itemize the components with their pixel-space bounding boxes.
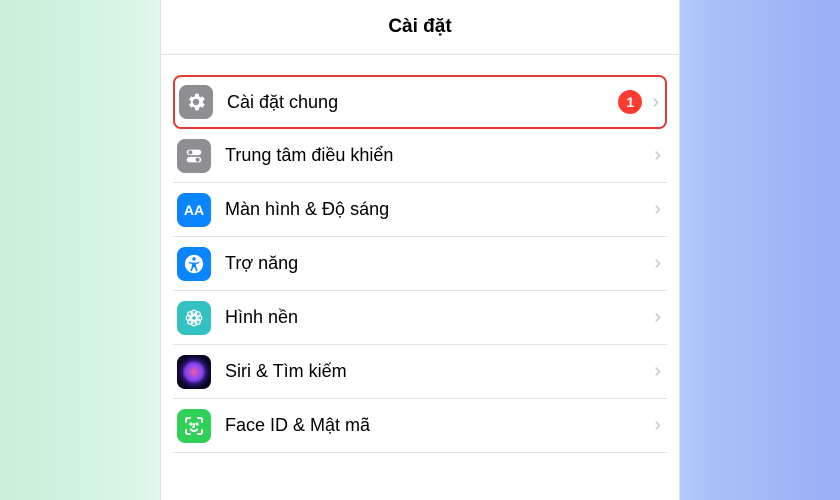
row-label: Hình nền [225,307,654,328]
row-accessibility[interactable]: Trợ năng › [173,237,667,291]
row-siri-search[interactable]: Siri & Tìm kiếm › [173,345,667,399]
row-label: Màn hình & Độ sáng [225,199,654,220]
row-label: Cài đặt chung [227,92,618,113]
chevron-right-icon: › [654,360,661,383]
row-wallpaper[interactable]: Hình nền › [173,291,667,345]
chevron-right-icon: › [654,198,661,221]
row-faceid-passcode[interactable]: Face ID & Mật mã › [173,399,667,453]
row-label: Trợ năng [225,253,654,274]
settings-screen: Cài đặt Cài đặt chung 1 › Trung tâm điều… [160,0,680,500]
accessibility-icon [177,247,211,281]
chevron-right-icon: › [654,306,661,329]
chevron-right-icon: › [654,144,661,167]
row-control-center[interactable]: Trung tâm điều khiển › [173,129,667,183]
notification-badge: 1 [618,90,642,114]
chevron-right-icon: › [654,414,661,437]
row-label: Siri & Tìm kiếm [225,361,654,382]
siri-icon [177,355,211,389]
settings-list: Cài đặt chung 1 › Trung tâm điều khiển ›… [161,55,679,453]
control-center-icon [177,139,211,173]
wallpaper-icon [177,301,211,335]
gear-icon [179,85,213,119]
display-icon-text: AA [184,202,204,218]
row-label: Trung tâm điều khiển [225,145,654,166]
header: Cài đặt [161,0,679,55]
faceid-icon [177,409,211,443]
row-general[interactable]: Cài đặt chung 1 › [173,75,667,129]
page-title: Cài đặt [388,16,451,38]
row-display-brightness[interactable]: AA Màn hình & Độ sáng › [173,183,667,237]
chevron-right-icon: › [652,91,659,114]
chevron-right-icon: › [654,252,661,275]
display-icon: AA [177,193,211,227]
row-label: Face ID & Mật mã [225,415,654,436]
